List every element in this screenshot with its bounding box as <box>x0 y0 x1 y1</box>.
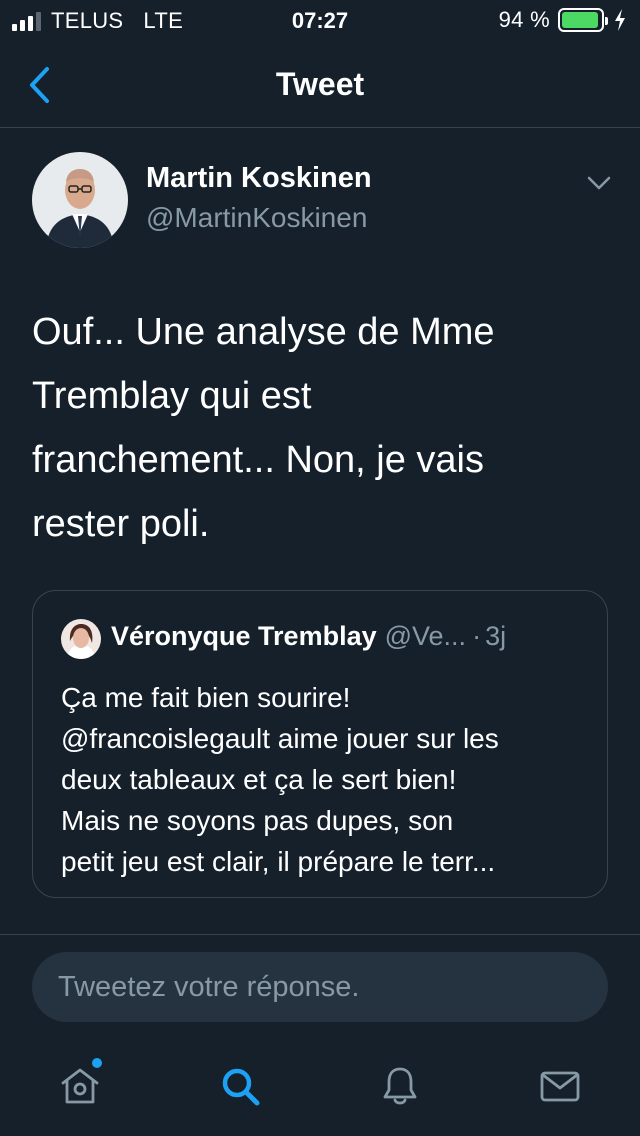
tweet-options-button[interactable] <box>582 166 616 200</box>
mail-icon <box>540 1071 580 1102</box>
status-right: 94 % <box>499 7 626 33</box>
charging-bolt-icon <box>615 9 625 31</box>
reply-placeholder: Tweetez votre réponse. <box>58 971 360 1003</box>
quoted-author-avatar-image <box>61 619 101 659</box>
battery-tip <box>605 17 608 25</box>
battery-level-fill <box>562 12 598 28</box>
quoted-timestamp: 3j <box>485 621 507 651</box>
new-content-dot <box>92 1058 102 1068</box>
tab-search[interactable] <box>208 1054 272 1118</box>
reply-input[interactable]: Tweetez votre réponse. <box>32 952 608 1022</box>
author-avatar[interactable] <box>32 152 128 248</box>
quoted-author-name: Véronyque Tremblay <box>111 621 377 651</box>
tab-messages[interactable] <box>528 1054 592 1118</box>
page-title: Tweet <box>275 66 365 102</box>
chevron-down-icon <box>587 176 611 190</box>
nav-bar: Tweet <box>0 40 640 128</box>
tab-notifications[interactable] <box>368 1054 432 1118</box>
quoted-author-avatar <box>61 619 101 659</box>
app-screen: TELUS LTE 07:27 94 % Tweet Martin Koskin… <box>0 0 640 1136</box>
battery-icon <box>558 8 608 32</box>
author-avatar-image <box>32 152 128 248</box>
tab-home[interactable] <box>48 1054 112 1118</box>
tweet-text: Ouf... Une analyse de Mme Tremblay qui e… <box>32 311 495 545</box>
author-handle[interactable]: @MartinKoskinen <box>146 202 367 234</box>
quoted-author-handle: @Ve... <box>384 621 467 651</box>
quoted-separator: · <box>472 621 482 651</box>
quoted-tweet-card[interactable]: Véronyque Tremblay @Ve... · 3j Ça me fait b… <box>32 590 608 898</box>
search-icon <box>222 1068 260 1106</box>
battery-percentage: 94 % <box>498 7 550 32</box>
quoted-tweet-header: Véronyque Tremblay @Ve... · 3j <box>111 621 581 652</box>
home-icon <box>61 1068 99 1104</box>
quoted-tweet-text: Ça me fait bien sourire! @francoislegaul… <box>61 682 499 877</box>
tab-bar <box>0 1040 640 1136</box>
author-name[interactable]: Martin Koskinen <box>146 162 372 195</box>
reply-divider <box>0 934 640 935</box>
bell-icon <box>383 1067 417 1105</box>
status-bar: TELUS LTE 07:27 94 % <box>0 0 640 40</box>
